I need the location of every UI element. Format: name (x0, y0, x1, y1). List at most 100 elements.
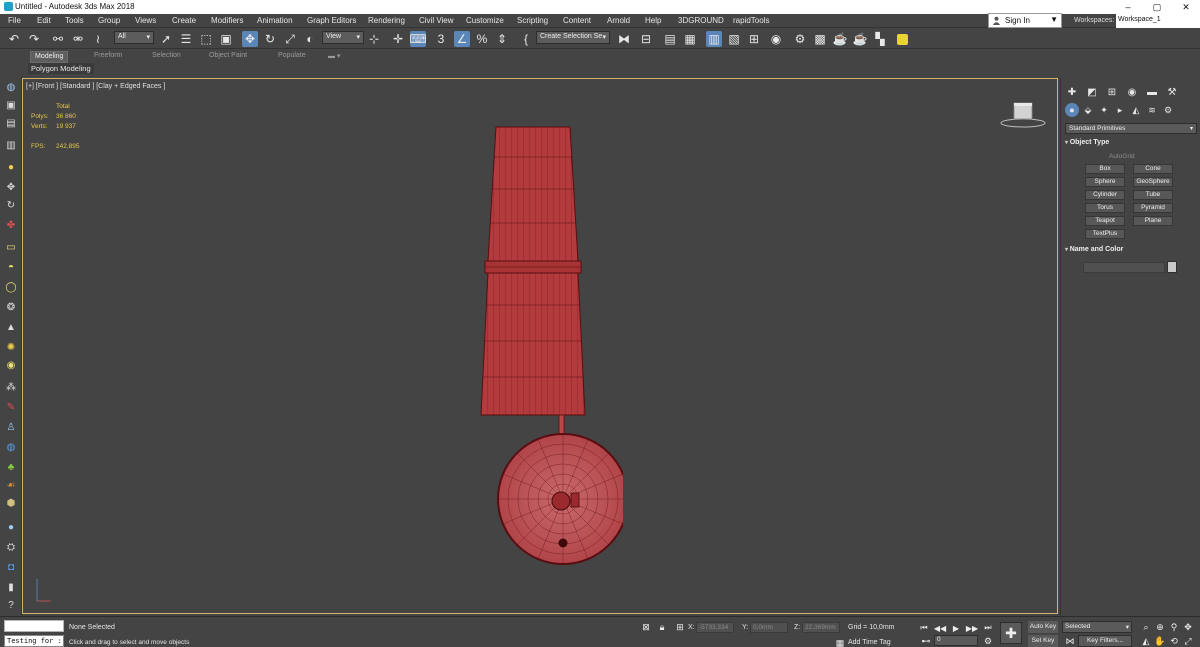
menu-animation[interactable]: Animation (257, 16, 293, 25)
render-shortcuts-icon[interactable]: ▚ (872, 31, 888, 47)
cone-button[interactable]: Cone (1133, 164, 1173, 174)
isolate-selection-icon[interactable]: ⊠ (640, 621, 652, 633)
display-tab-icon[interactable]: ▬ (1145, 85, 1159, 99)
render-production-icon[interactable]: ☕ (832, 31, 848, 47)
x-coordinate-field[interactable]: -5733,334 (696, 622, 734, 633)
link-icon[interactable]: ⚯ (50, 31, 66, 47)
viewcube[interactable] (999, 101, 1047, 129)
cone-icon[interactable]: ▲ (3, 320, 19, 334)
pyramid-button[interactable]: Pyramid (1133, 203, 1173, 213)
character-icon[interactable]: ♙ (3, 420, 19, 434)
textplus-button[interactable]: TextPlus (1085, 229, 1125, 239)
tab-selection[interactable]: Selection (148, 51, 185, 63)
move-tool-icon[interactable]: ✥ (3, 180, 19, 194)
field-of-view-icon[interactable]: ◭ (1140, 635, 1152, 647)
utilities-tab-icon[interactable]: ⚒ (1165, 85, 1179, 99)
zoom-icon[interactable]: ⌕ (1140, 621, 1152, 633)
keyboard-shortcut-override-icon[interactable]: ⌨ (409, 31, 427, 47)
rock-icon[interactable]: ⬢ (3, 496, 19, 510)
minimize-button[interactable]: – (1114, 0, 1142, 14)
helpers-icon[interactable]: ◭ (1129, 103, 1143, 117)
key-mode-icon[interactable]: ⊷ (920, 635, 932, 647)
disc-icon[interactable]: ◉ (3, 358, 19, 372)
key-filters-button[interactable]: Key Filters... (1078, 635, 1132, 647)
menu-tools[interactable]: Tools (65, 16, 84, 25)
rect-selection-icon[interactable]: ⬚ (198, 31, 214, 47)
window-crossing-icon[interactable]: ▣ (218, 31, 234, 47)
select-rotate-icon[interactable]: ↻ (262, 31, 278, 47)
time-tag-icon[interactable]: ▦ (834, 637, 846, 647)
menu-help[interactable]: Help (645, 16, 661, 25)
torus-button[interactable]: Torus (1085, 203, 1125, 213)
tree-icon[interactable]: ♣ (3, 460, 19, 474)
render-in-cloud-icon[interactable] (894, 31, 910, 47)
material-editor-icon[interactable]: ◉ (768, 31, 784, 47)
play-icon[interactable]: ▶ (950, 622, 962, 634)
tube-button[interactable]: Tube (1133, 190, 1173, 200)
workspace-select[interactable]: Workspace_1 (1116, 14, 1200, 28)
zoom-all-icon[interactable]: ⊕ (1154, 621, 1166, 633)
scene-explorer-icon[interactable]: ▥ (3, 138, 19, 152)
sphere-button[interactable]: Sphere (1085, 177, 1125, 187)
percent-snap-icon[interactable]: % (474, 31, 490, 47)
zoom-extents-all-icon[interactable]: ✥ (1182, 621, 1194, 633)
cylinder-button[interactable]: Cylinder (1085, 190, 1125, 200)
edit-named-selection-icon[interactable]: { (518, 31, 534, 47)
mirror-icon[interactable]: ⧓ (616, 31, 632, 47)
tab-freeform[interactable]: Freeform (90, 51, 126, 63)
select-by-name-icon[interactable]: ☰ (178, 31, 194, 47)
paint-icon[interactable]: ✎ (3, 400, 19, 414)
maximize-button[interactable]: ▢ (1143, 0, 1171, 14)
maximize-viewport-icon[interactable]: ⤢ (1182, 635, 1194, 647)
selection-filter-dropdown[interactable]: All ▾ (114, 31, 154, 44)
align-icon[interactable]: ⊟ (638, 31, 654, 47)
select-object-icon[interactable]: ➚ (158, 31, 174, 47)
ribbon-options-icon[interactable]: ▬ ▾ (324, 51, 344, 63)
layer-explorer-icon[interactable]: ▦ (682, 31, 698, 47)
hair-icon[interactable]: ☙ (3, 478, 19, 492)
space-warps-icon[interactable]: ≋ (1145, 103, 1159, 117)
menu-arnold[interactable]: Arnold (607, 16, 630, 25)
lights-icon[interactable]: ✦ (1097, 103, 1111, 117)
layer-icon[interactable]: ▮ (3, 580, 19, 594)
menu-civil-view[interactable]: Civil View (419, 16, 454, 25)
camera-icon[interactable]: ◘ (3, 560, 19, 574)
note-icon[interactable]: ▭ (3, 240, 19, 254)
wall-lamp-model[interactable] (463, 119, 623, 579)
object-type-rollout[interactable]: ▾ Object Type (1065, 139, 1197, 151)
object-color-swatch[interactable] (1167, 261, 1177, 273)
menu-edit[interactable]: Edit (37, 16, 51, 25)
key-filter-icon[interactable]: ⋈ (1064, 635, 1076, 647)
light-bulb-icon[interactable]: ● (3, 160, 19, 174)
hierarchy-tab-icon[interactable]: ⊞ (1105, 85, 1119, 99)
set-keys-icon[interactable]: ✚ (1000, 622, 1022, 644)
add-time-tag[interactable]: Add Time Tag (848, 639, 891, 646)
layout-tab-icon[interactable]: ▣ (3, 98, 19, 112)
named-selection-dropdown[interactable]: Create Selection Se ▾ (536, 31, 610, 44)
sphere-icon[interactable]: ◯ (3, 280, 19, 294)
y-coordinate-field[interactable]: 0,0mm (750, 622, 788, 633)
menu-customize[interactable]: Customize (466, 16, 504, 25)
script-listener-input[interactable]: Testing for : (4, 635, 64, 647)
auto-key-button[interactable]: Auto Key (1028, 621, 1058, 633)
viewport-layout-icon[interactable]: ◍ (3, 80, 19, 94)
object-name-field[interactable] (1083, 262, 1165, 273)
go-to-start-icon[interactable]: ⏮ (918, 622, 930, 634)
key-mode-dropdown[interactable]: Selected ▾ (1062, 621, 1132, 633)
help-icon[interactable]: ? (3, 598, 19, 612)
sphere-material-icon[interactable]: ● (3, 520, 19, 534)
scene-explorer-icon[interactable]: ▤ (662, 31, 678, 47)
menu-create[interactable]: Create (172, 16, 196, 25)
select-manipulate-icon[interactable]: ✛ (390, 31, 406, 47)
hemisphere-icon[interactable]: ◓ (3, 260, 19, 274)
angle-snap-icon[interactable]: ∠ (454, 31, 470, 47)
time-config-icon[interactable]: ⚙ (982, 635, 994, 647)
menu-graph-editors[interactable]: Graph Editors (307, 16, 356, 25)
menu-rendering[interactable]: Rendering (368, 16, 405, 25)
unlink-icon[interactable]: ⚮ (70, 31, 86, 47)
render-setup-icon[interactable]: ⚙ (792, 31, 808, 47)
pivot-center-icon[interactable]: ⊹ (366, 31, 382, 47)
render-iterative-icon[interactable]: ☕ (852, 31, 868, 47)
geometry-icon[interactable]: ● (1065, 103, 1079, 117)
brush-icon[interactable]: ✤ (3, 218, 19, 232)
